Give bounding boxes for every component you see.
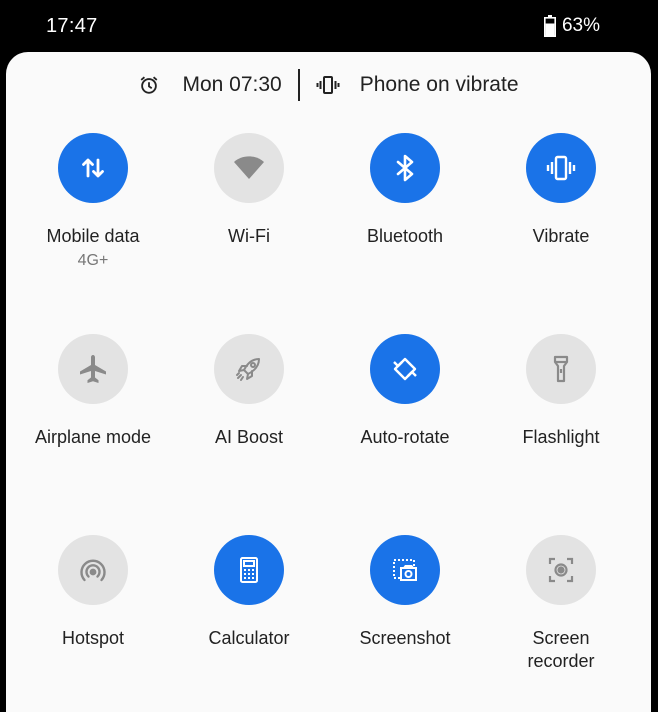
screenshot-icon: [393, 559, 417, 581]
ai-boost-toggle[interactable]: [214, 334, 284, 404]
auto-rotate-icon: [393, 357, 417, 381]
mobile-data-icon: [82, 158, 104, 178]
tile-label: Hotspot: [61, 628, 125, 648]
tile-label: Vibrate: [532, 226, 590, 246]
info-row: Mon 07:30 Phone on vibrate: [6, 68, 651, 102]
flashlight-toggle[interactable]: [526, 334, 596, 404]
tile-label: Screen recorder: [527, 628, 595, 671]
tile-label: Auto-rotate: [360, 427, 450, 447]
divider: [297, 69, 300, 101]
hotspot-toggle[interactable]: [58, 535, 128, 605]
screenshot-toggle[interactable]: [370, 535, 440, 605]
status-time: 17:47: [46, 15, 98, 37]
tile-airplane-mode[interactable]: Airplane mode: [15, 334, 171, 449]
alarm-icon: [141, 76, 158, 94]
tile-screen-recorder[interactable]: Screen recorder: [483, 535, 639, 673]
tile-calculator[interactable]: Calculator: [171, 535, 327, 650]
airplane-icon: [80, 355, 106, 383]
mobile-data-toggle[interactable]: [58, 133, 128, 203]
tile-wifi[interactable]: Wi-Fi: [171, 133, 327, 248]
quick-settings-panel: Mon 07:30 Phone on vibrate Mobile data 4…: [6, 52, 651, 712]
vibrate-icon: [546, 155, 576, 181]
tile-label: Bluetooth: [366, 226, 444, 246]
wifi-toggle[interactable]: [214, 133, 284, 203]
vibrate-small-icon: [316, 76, 340, 94]
status-bar: 17:47 63%: [0, 0, 658, 52]
tile-hotspot[interactable]: Hotspot: [15, 535, 171, 650]
tile-auto-rotate[interactable]: Auto-rotate: [327, 334, 483, 449]
tile-label: Screenshot: [359, 628, 451, 648]
screen-recorder-toggle[interactable]: [526, 535, 596, 605]
tile-screenshot[interactable]: Screenshot: [327, 535, 483, 650]
battery-percent: 63%: [561, 15, 600, 36]
tile-bluetooth[interactable]: Bluetooth: [327, 133, 483, 248]
tile-mobile-data[interactable]: Mobile data 4G+: [15, 133, 171, 272]
tile-label: Flashlight: [522, 427, 600, 447]
tile-label: Airplane mode: [34, 427, 152, 447]
screen-recorder-icon: [548, 557, 574, 583]
calculator-toggle[interactable]: [214, 535, 284, 605]
alarm-text[interactable]: Mon 07:30: [182, 73, 281, 97]
tile-label: AI Boost: [214, 427, 284, 447]
tile-vibrate[interactable]: Vibrate: [483, 133, 639, 248]
battery-icon: [543, 15, 556, 37]
rocket-icon: [236, 358, 260, 381]
tile-label: Wi-Fi: [228, 226, 270, 246]
airplane-toggle[interactable]: [58, 334, 128, 404]
wifi-icon: [234, 156, 264, 179]
vibrate-toggle[interactable]: [526, 133, 596, 203]
flashlight-icon: [553, 355, 569, 383]
tile-sublabel: 4G+: [77, 252, 109, 269]
tile-label: Calculator: [208, 628, 290, 648]
calculator-icon: [240, 557, 258, 583]
tile-flashlight[interactable]: Flashlight: [483, 334, 639, 449]
ringer-text[interactable]: Phone on vibrate: [360, 73, 519, 97]
tile-label: Mobile data: [46, 226, 140, 246]
bluetooth-toggle[interactable]: [370, 133, 440, 203]
status-right: 63%: [543, 15, 600, 37]
hotspot-icon: [80, 559, 106, 582]
auto-rotate-toggle[interactable]: [370, 334, 440, 404]
tile-ai-boost[interactable]: AI Boost: [171, 334, 327, 449]
bluetooth-icon: [396, 154, 414, 182]
